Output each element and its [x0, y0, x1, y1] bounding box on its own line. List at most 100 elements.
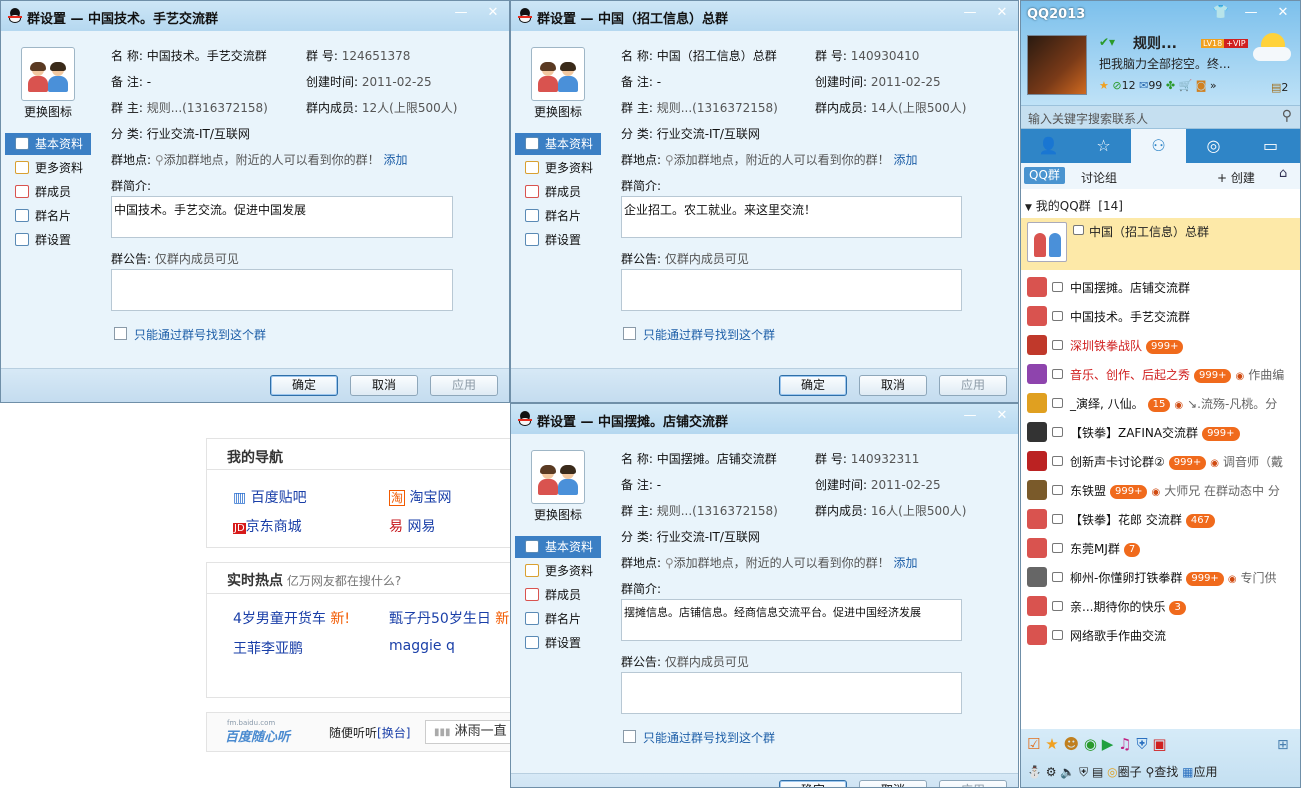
video-icon[interactable]: ▶	[1102, 735, 1114, 753]
link-163[interactable]: 易 网易	[389, 516, 435, 536]
close-button[interactable]: ✕	[483, 5, 503, 21]
group-list-item[interactable]: 创新声卡讨论群② 999+ ◉ 调音师（戴	[1021, 447, 1300, 476]
only-by-id-label[interactable]: 只能通过群号找到这个群	[643, 729, 775, 746]
nav-settings[interactable]: 群设置	[515, 229, 601, 251]
weather-icon[interactable]	[1253, 31, 1293, 67]
group-list-item[interactable]: 【铁拳】花郎 交流群 467	[1021, 505, 1300, 534]
group-list-item[interactable]: 网络歌手作曲交流	[1021, 621, 1300, 650]
cart-icon[interactable]: 🛒	[1179, 79, 1193, 92]
change-icon-link[interactable]: 更换图标	[515, 103, 601, 120]
nav-card[interactable]: 群名片	[5, 205, 91, 227]
group-avatar[interactable]	[21, 47, 75, 101]
search-icon[interactable]: ⚲	[1282, 108, 1292, 124]
radio-logo[interactable]: 百度随心听	[225, 726, 290, 745]
cancel-button[interactable]: 取消	[350, 375, 418, 396]
only-by-id-checkbox[interactable]	[623, 327, 636, 340]
hot-item[interactable]: 甄子丹50岁生日 新	[389, 608, 509, 628]
tab-groups[interactable]: ⚇	[1131, 129, 1186, 163]
nav-card[interactable]: 群名片	[515, 205, 601, 227]
find-button[interactable]: ⚲查找	[1146, 765, 1179, 779]
home-icon[interactable]: ⌂	[1279, 166, 1287, 181]
nav-more-info[interactable]: 更多资料	[5, 157, 91, 179]
link-jd[interactable]: JD京东商城	[233, 516, 302, 536]
only-by-id-checkbox[interactable]	[114, 327, 127, 340]
link-taobao[interactable]: 淘 淘宝网	[389, 487, 451, 507]
group-list-item[interactable]: 深圳铁拳战队 999+	[1021, 331, 1300, 360]
close-button[interactable]: ✕	[992, 408, 1012, 424]
only-by-id-checkbox[interactable]	[623, 730, 636, 743]
apply-button[interactable]: 应用	[430, 375, 498, 396]
volume-icon[interactable]: 🔈	[1060, 765, 1075, 779]
ok-button[interactable]: 确定	[270, 375, 338, 396]
nickname[interactable]: 规则...	[1133, 33, 1177, 53]
group-list-item[interactable]: 东铁盟 999+ ◉ 大师兄 在群动态中 分	[1021, 476, 1300, 505]
title-bar[interactable]: 群设置 — 中国（招工信息）总群 — ✕	[511, 1, 1018, 31]
nav-card[interactable]: 群名片	[515, 608, 601, 630]
minimize-button[interactable]: —	[1241, 5, 1261, 21]
minimize-button[interactable]: —	[960, 408, 980, 424]
my-groups-header[interactable]: ▼ 我的QQ群 [14]	[1025, 197, 1123, 214]
ok-button[interactable]: 确定	[779, 375, 847, 396]
star-icon[interactable]: ★	[1099, 79, 1109, 92]
tab-recent[interactable]: ▭	[1241, 129, 1300, 163]
hot-item[interactable]: 4岁男童开货车 新!	[233, 608, 350, 628]
nav-basic-info[interactable]: 基本资料	[515, 536, 601, 558]
subtab-qq-group[interactable]: QQ群	[1024, 167, 1065, 184]
security-icon[interactable]: ⛨	[1136, 735, 1147, 753]
change-icon-link[interactable]: 更换图标	[515, 506, 601, 523]
hot-item[interactable]: 王菲李亚鹏	[233, 638, 303, 658]
nav-members[interactable]: 群成员	[515, 181, 601, 203]
nav-settings[interactable]: 群设置	[5, 229, 91, 251]
mail-icon[interactable]: ✉	[1139, 79, 1148, 92]
radio-switch[interactable]: [换台]	[377, 726, 410, 740]
apply-button[interactable]: 应用	[939, 375, 1007, 396]
user-avatar[interactable]	[1027, 35, 1087, 95]
nav-members[interactable]: 群成员	[515, 584, 601, 606]
more-icon[interactable]: »	[1210, 79, 1217, 92]
tab-favorites[interactable]: ☆	[1076, 129, 1131, 163]
main-menu-icon[interactable]: ⛄	[1027, 765, 1042, 779]
app-grid-icon[interactable]: ⊞	[1277, 737, 1289, 753]
notice-textarea[interactable]	[621, 269, 962, 311]
cancel-button[interactable]: 取消	[859, 780, 927, 787]
game-icon[interactable]: ◉	[1084, 735, 1097, 753]
group-list-item[interactable]: 中国技术。手艺交流群	[1021, 302, 1300, 331]
skin-icon[interactable]: 👕	[1211, 5, 1231, 21]
online-status-icon[interactable]: ✔▾	[1099, 35, 1115, 49]
notice-textarea[interactable]	[111, 269, 453, 311]
only-by-id-label[interactable]: 只能通过群号找到这个群	[643, 326, 775, 343]
intro-textarea[interactable]: 摆摊信息。店铺信息。经商信息交流平台。促进中国经济发展	[621, 599, 962, 641]
radio-player[interactable]: ▮▮▮ 淋雨一直	[425, 720, 515, 744]
nav-more-info[interactable]: 更多资料	[515, 560, 601, 582]
nav-settings[interactable]: 群设置	[515, 632, 601, 654]
hot-item[interactable]: maggie q	[389, 638, 455, 654]
change-icon-link[interactable]: 更换图标	[5, 103, 91, 120]
close-button[interactable]: ✕	[1273, 5, 1293, 21]
group-list-item[interactable]: 柳州-你懂卵打铁拳群 999+ ◉ 专门供	[1021, 563, 1300, 592]
group-list-item[interactable]: 亲...期待你的快乐 3	[1021, 592, 1300, 621]
selected-group-row[interactable]: 中国（招工信息）总群	[1021, 218, 1300, 270]
group-avatar[interactable]	[531, 47, 585, 101]
wallet-icon[interactable]: ◙	[1196, 79, 1207, 92]
group-list-item[interactable]: 中国摆摊。店铺交流群	[1021, 273, 1300, 302]
nav-basic-info[interactable]: 基本资料	[515, 133, 601, 155]
group-list-item[interactable]: _演绎, 八仙。 15 ◉ ↘.流殇-凡桃。分	[1021, 389, 1300, 418]
qzone-icon[interactable]: ★	[1045, 735, 1058, 753]
pet-icon[interactable]: ☻	[1063, 735, 1079, 753]
group-list-item[interactable]: 【铁拳】ZAFINA交流群 999+	[1021, 418, 1300, 447]
signature[interactable]: 把我脑力全部挖空。终...	[1099, 55, 1230, 72]
system-settings-icon[interactable]: ⚙	[1046, 765, 1057, 779]
intro-textarea[interactable]: 中国技术。手艺交流。促进中国发展	[111, 196, 453, 238]
wallet-app-icon[interactable]: ▣	[1152, 735, 1166, 753]
shield-icon[interactable]: ⛨	[1079, 765, 1088, 779]
nav-basic-info[interactable]: 基本资料	[5, 133, 91, 155]
group-list-item[interactable]: 音乐、创作、后起之秀 999+ ◉ 作曲编	[1021, 360, 1300, 389]
circle-button[interactable]: ◎圈子	[1107, 765, 1142, 779]
apply-button[interactable]: 应用	[939, 780, 1007, 787]
only-by-id-label[interactable]: 只能通过群号找到这个群	[134, 326, 266, 343]
add-location-link[interactable]: 添加	[894, 556, 918, 570]
title-bar[interactable]: 群设置 — 中国摆摊。店铺交流群 — ✕	[511, 404, 1018, 434]
message-manager-icon[interactable]: ▤	[1092, 765, 1103, 779]
title-bar[interactable]: 群设置 — 中国技术。手艺交流群 — ✕	[1, 1, 509, 31]
add-location-link[interactable]: 添加	[894, 153, 918, 167]
